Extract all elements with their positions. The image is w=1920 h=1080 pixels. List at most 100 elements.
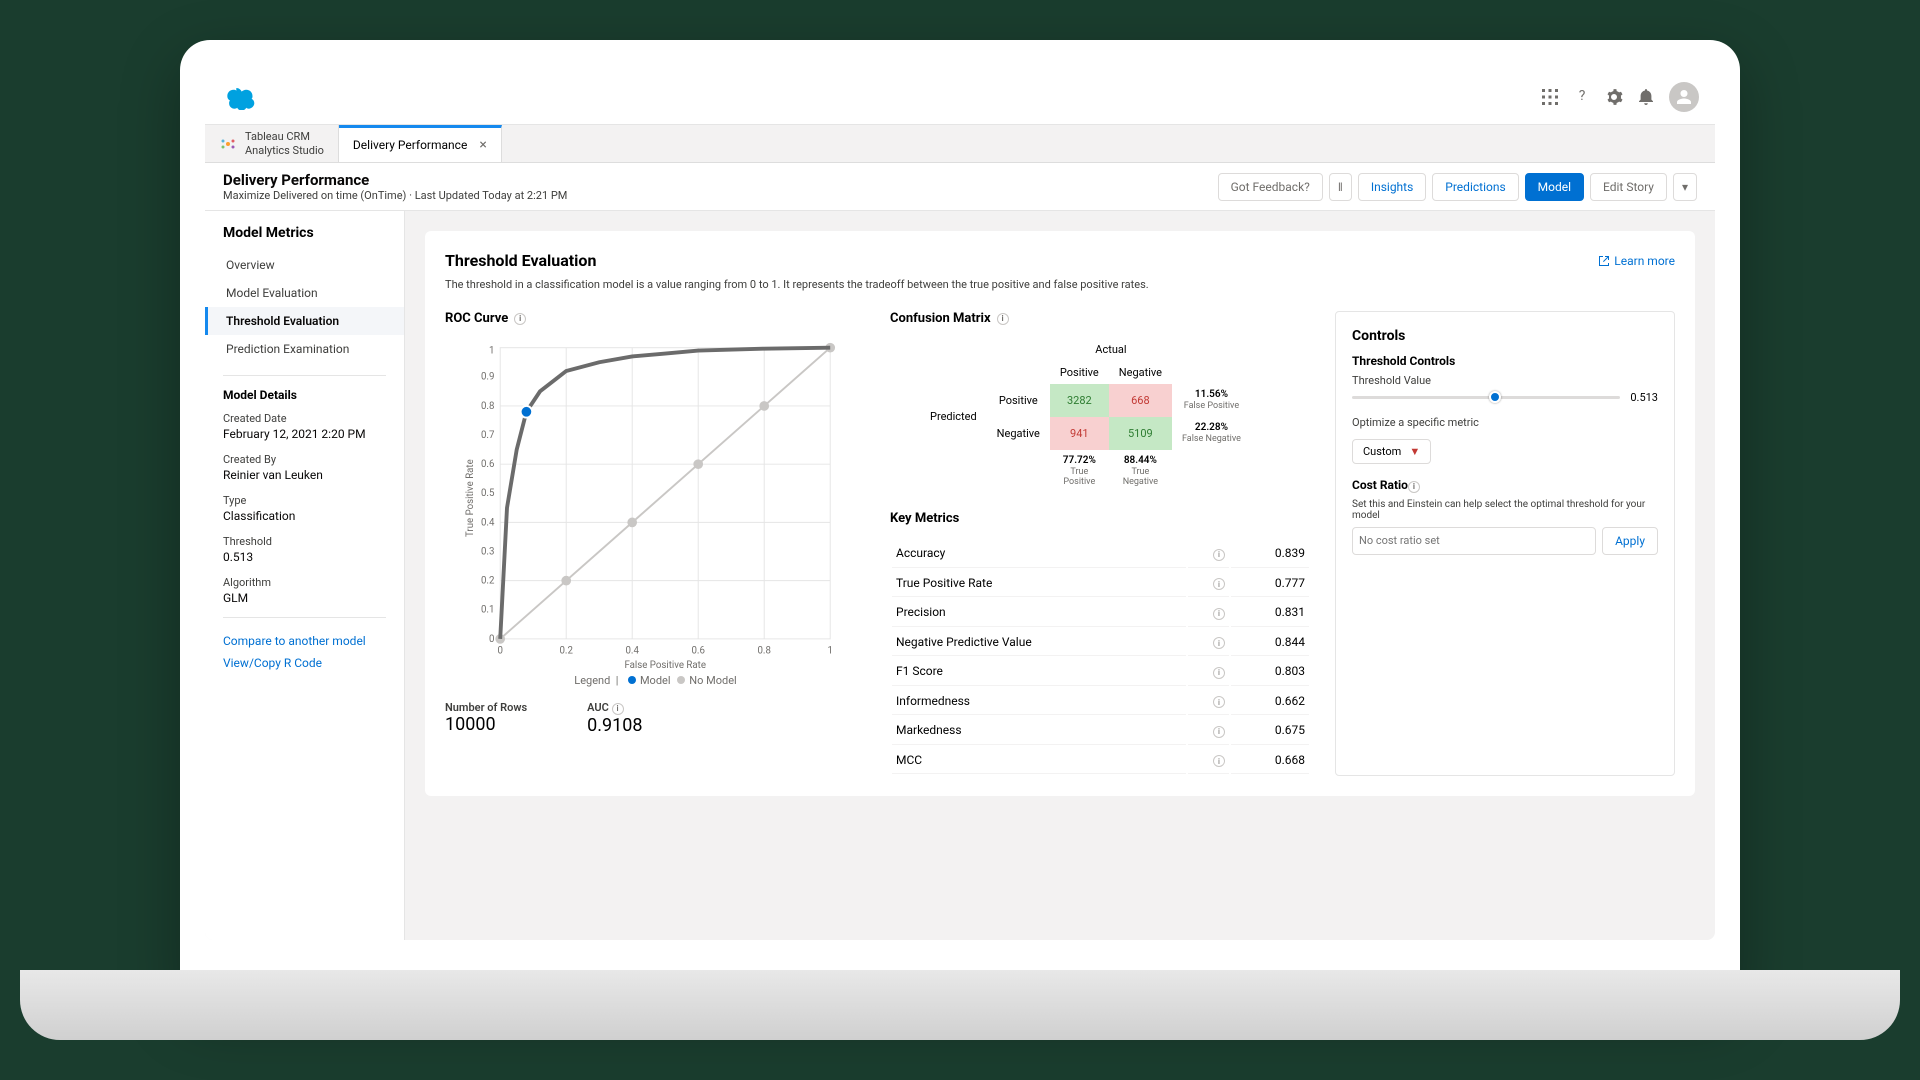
controls-panel: Controls Threshold Controls Threshold Va… (1335, 311, 1675, 776)
help-icon[interactable]: ? (1573, 88, 1591, 106)
meta-created-by: Created ByReinier van Leuken (223, 453, 386, 482)
app-product-label: Tableau CRM (245, 130, 324, 143)
info-icon[interactable]: i (1213, 578, 1225, 590)
svg-text:0: 0 (489, 634, 494, 645)
cost-ratio-label: Cost Ratioi (1352, 478, 1658, 493)
sidebar-item-overview[interactable]: Overview (205, 251, 404, 279)
info-icon[interactable]: i (1213, 549, 1225, 561)
optimize-label: Optimize a specific metric (1352, 416, 1658, 429)
user-icon (1676, 89, 1692, 105)
cell-fp: 668 (1109, 384, 1172, 417)
sidebar: Model Metrics Overview Model Evaluation … (205, 211, 405, 940)
svg-text:0.6: 0.6 (691, 645, 704, 656)
info-icon[interactable]: i (1408, 481, 1420, 493)
slider-thumb[interactable] (1489, 391, 1501, 403)
svg-text:0.3: 0.3 (481, 546, 494, 557)
section-description: The threshold in a classification model … (445, 278, 1675, 291)
sidebar-item-threshold-evaluation[interactable]: Threshold Evaluation (205, 307, 404, 335)
close-icon[interactable]: × (479, 137, 486, 153)
cell-tp: 3282 (1050, 384, 1109, 417)
model-button[interactable]: Model (1525, 173, 1584, 201)
apply-button[interactable]: Apply (1602, 527, 1658, 555)
cell-tn: 5109 (1109, 417, 1172, 450)
cell-fn: 941 (1050, 417, 1109, 450)
optimize-metric-select[interactable]: Custom▼ (1352, 439, 1431, 464)
feedback-button[interactable]: Got Feedback? (1218, 173, 1323, 201)
roc-svg: 00.10.20.30.40.50.60.70.80.91 00.20.40.6… (445, 338, 866, 668)
sidebar-title: Model Metrics (205, 225, 404, 251)
svg-text:0.9: 0.9 (481, 372, 494, 383)
svg-text:0.1: 0.1 (481, 605, 494, 616)
info-icon[interactable]: i (514, 313, 526, 325)
info-icon[interactable]: i (997, 313, 1009, 325)
metrics-title: Key Metrics (890, 511, 1311, 526)
salesforce-logo-icon (221, 84, 257, 110)
app-subproduct-label: Analytics Studio (245, 144, 324, 157)
gear-icon[interactable] (1605, 88, 1623, 106)
tab-delivery-performance[interactable]: Delivery Performance × (339, 125, 502, 162)
bell-icon[interactable] (1637, 88, 1655, 106)
metrics-table: Accuracyi0.839True Positive Ratei0.777Pr… (890, 538, 1311, 776)
info-icon[interactable]: i (1213, 696, 1225, 708)
pause-button[interactable]: ‖ (1329, 173, 1352, 201)
stat-rows: Number of Rows10000 (445, 701, 527, 736)
svg-text:0.6: 0.6 (481, 459, 494, 470)
page-subtitle: Maximize Delivered on time (OnTime) · La… (223, 189, 567, 202)
svg-text:True Positive Rate: True Positive Rate (465, 459, 476, 537)
svg-text:0.4: 0.4 (481, 517, 495, 528)
global-header: ? (205, 70, 1715, 125)
svg-text:0.8: 0.8 (481, 401, 494, 412)
sidebar-item-prediction-examination[interactable]: Prediction Examination (205, 335, 404, 363)
sidebar-item-model-evaluation[interactable]: Model Evaluation (205, 279, 404, 307)
page-header: Delivery Performance Maximize Delivered … (205, 163, 1715, 211)
info-icon[interactable]: i (612, 703, 624, 715)
chevron-down-icon: ▼ (1409, 445, 1420, 458)
more-menu-button[interactable]: ▾ (1673, 173, 1697, 201)
tableau-crm-icon (219, 135, 237, 153)
info-icon[interactable]: i (1213, 726, 1225, 738)
confusion-matrix: Actual PositiveNegative Predicted Positi… (890, 338, 1311, 493)
edit-story-button[interactable]: Edit Story (1590, 173, 1667, 201)
divider (223, 617, 386, 618)
app-launcher-icon[interactable] (1541, 88, 1559, 106)
threshold-slider[interactable] (1352, 396, 1620, 399)
compare-model-link[interactable]: Compare to another model (205, 630, 404, 652)
predictions-button[interactable]: Predictions (1432, 173, 1518, 201)
svg-text:0.5: 0.5 (481, 488, 495, 499)
page-title: Delivery Performance (223, 171, 567, 189)
metric-row: True Positive Ratei0.777 (892, 570, 1309, 598)
cost-ratio-input[interactable] (1352, 527, 1596, 555)
metric-row: MCCi0.668 (892, 747, 1309, 775)
svg-text:0.7: 0.7 (481, 430, 495, 441)
info-icon[interactable]: i (1213, 637, 1225, 649)
roc-title: ROC Curvei (445, 311, 866, 326)
svg-text:0.8: 0.8 (757, 645, 770, 656)
app-context-tab[interactable]: Tableau CRM Analytics Studio (205, 125, 339, 162)
cost-ratio-help: Set this and Einstein can help select th… (1352, 499, 1658, 521)
page-tab-label: Delivery Performance (353, 138, 467, 152)
external-link-icon (1598, 255, 1610, 267)
info-icon[interactable]: i (1213, 667, 1225, 679)
metric-row: Markednessi0.675 (892, 717, 1309, 745)
info-icon[interactable]: i (1213, 608, 1225, 620)
confusion-title: Confusion Matrixi (890, 311, 1311, 326)
controls-title: Controls (1352, 328, 1658, 344)
insights-button[interactable]: Insights (1358, 173, 1426, 201)
learn-more-link[interactable]: Learn more (1598, 251, 1675, 270)
svg-text:0.4: 0.4 (625, 645, 639, 656)
view-r-code-link[interactable]: View/Copy R Code (205, 652, 404, 674)
svg-text:1: 1 (489, 346, 494, 357)
meta-threshold: Threshold0.513 (223, 535, 386, 564)
svg-text:0: 0 (497, 645, 502, 656)
model-details-title: Model Details (223, 388, 386, 402)
metric-row: Negative Predictive Valuei0.844 (892, 629, 1309, 657)
info-icon[interactable]: i (1213, 755, 1225, 767)
threshold-point[interactable] (521, 406, 533, 418)
roc-legend: Legend | Model No Model (445, 674, 866, 687)
laptop-base-decor (20, 970, 1900, 1040)
metric-row: F1 Scorei0.803 (892, 658, 1309, 686)
user-avatar[interactable] (1669, 82, 1699, 112)
threshold-value-label: Threshold Value (1352, 374, 1658, 387)
threshold-value-readout: 0.513 (1630, 391, 1658, 404)
meta-type: TypeClassification (223, 494, 386, 523)
